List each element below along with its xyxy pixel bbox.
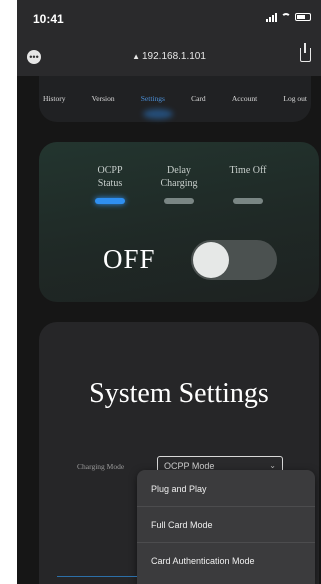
option-full-card-mode[interactable]: Full Card Mode bbox=[151, 520, 213, 530]
active-nav-indicator bbox=[142, 109, 173, 119]
toggle-knob[interactable] bbox=[193, 242, 229, 278]
charging-mode-label: Charging Mode bbox=[77, 462, 125, 471]
nav-settings[interactable]: Settings bbox=[140, 94, 173, 119]
input-underline bbox=[57, 576, 137, 577]
tab-ocpp-status-line1: OCPP bbox=[97, 165, 123, 176]
divider bbox=[137, 542, 315, 543]
system-settings-card: System Settings Charging Mode OCPP Mode … bbox=[39, 322, 319, 584]
tab-indicator bbox=[233, 198, 263, 204]
nav-settings-label: Settings bbox=[140, 94, 165, 103]
chevron-down-icon: ⌄ bbox=[269, 461, 276, 470]
tab-ocpp-status-line2: Status bbox=[97, 178, 123, 189]
status-icons bbox=[266, 12, 311, 22]
top-nav-card: History Version Settings Card Account Lo… bbox=[39, 76, 311, 122]
browser-url-bar[interactable]: ••• ▲ 192.168.1.101 bbox=[17, 38, 321, 76]
option-plug-and-play[interactable]: Plug and Play bbox=[151, 484, 207, 494]
tab-delay-charging-line1: Delay bbox=[167, 165, 191, 176]
tab-delay-charging[interactable]: Delay Charging bbox=[148, 164, 210, 204]
charger-control-card: OCPP Status Delay Charging Time Off OFF bbox=[39, 142, 319, 302]
page-content: History Version Settings Card Account Lo… bbox=[17, 76, 321, 584]
tab-indicator bbox=[164, 198, 194, 204]
url-text: 192.168.1.101 bbox=[141, 51, 206, 62]
ocpp-toggle-switch[interactable] bbox=[191, 240, 277, 280]
signal-icon bbox=[266, 12, 277, 22]
toggle-state-label: OFF bbox=[103, 244, 156, 274]
tab-ocpp-status[interactable]: OCPP Status bbox=[79, 164, 141, 204]
phone-screen: 10:41 ••• ▲ 192.168.1.101 History Version… bbox=[17, 0, 321, 584]
divider bbox=[137, 506, 315, 507]
top-nav: History Version Settings Card Account Lo… bbox=[43, 94, 307, 119]
status-time: 10:41 bbox=[33, 12, 64, 26]
nav-account[interactable]: Account bbox=[232, 94, 257, 103]
tab-indicator bbox=[95, 198, 125, 204]
wifi-icon bbox=[281, 13, 291, 21]
tab-time-off-line1: Time Off bbox=[229, 165, 267, 176]
nav-card[interactable]: Card bbox=[191, 94, 206, 103]
option-card-authentication-mode[interactable]: Card Authentication Mode bbox=[151, 556, 255, 566]
battery-icon bbox=[295, 13, 311, 21]
status-bar: 10:41 bbox=[17, 0, 321, 38]
control-tabs: OCPP Status Delay Charging Time Off bbox=[79, 164, 279, 204]
tab-time-off-line2 bbox=[217, 177, 279, 190]
tab-time-off[interactable]: Time Off bbox=[217, 164, 279, 204]
url-field[interactable]: ▲ 192.168.1.101 bbox=[17, 51, 321, 62]
charging-mode-dropdown: Plug and Play Full Card Mode Card Authen… bbox=[137, 470, 315, 584]
page-title: System Settings bbox=[89, 378, 269, 409]
nav-version[interactable]: Version bbox=[92, 94, 115, 103]
tab-delay-charging-line2: Charging bbox=[160, 178, 198, 189]
nav-history[interactable]: History bbox=[43, 94, 66, 103]
lock-icon: ▲ bbox=[132, 52, 140, 61]
nav-log-out[interactable]: Log out bbox=[283, 94, 307, 103]
share-icon[interactable] bbox=[300, 43, 311, 62]
